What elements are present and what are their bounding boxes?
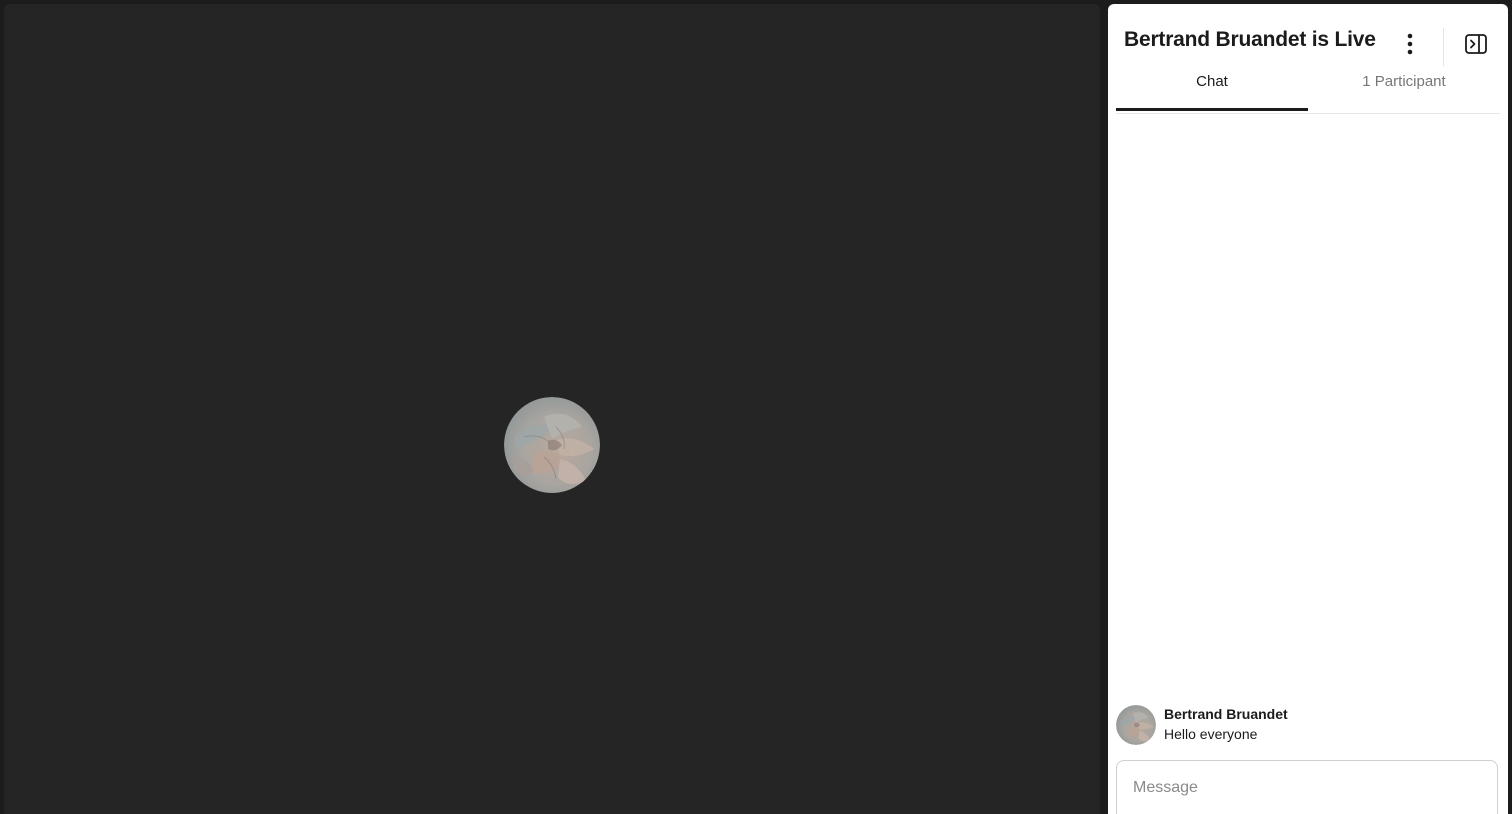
avatar (1116, 705, 1156, 745)
side-panel: Bertrand Bruandet is Live Chat 1 Partici… (1108, 4, 1508, 814)
vertical-ellipsis-icon (1407, 33, 1413, 55)
chat-message: Bertrand Bruandet Hello everyone (1116, 704, 1500, 748)
panel-tabs: Chat 1 Participant (1116, 66, 1500, 114)
message-author: Bertrand Bruandet (1164, 706, 1288, 722)
message-composer (1116, 760, 1498, 814)
host-avatar (504, 397, 600, 493)
succulent-avatar-image (1116, 705, 1156, 745)
panel-title: Bertrand Bruandet is Live (1124, 28, 1376, 51)
message-input[interactable] (1133, 779, 1473, 797)
more-options-button[interactable] (1396, 28, 1424, 60)
tab-chat[interactable]: Chat (1116, 66, 1308, 113)
video-stage (4, 4, 1100, 814)
succulent-avatar-image (504, 397, 600, 493)
header-divider (1443, 28, 1444, 66)
tab-participants[interactable]: 1 Participant (1308, 66, 1500, 113)
collapse-panel-icon (1465, 34, 1487, 54)
collapse-panel-button[interactable] (1462, 30, 1490, 58)
live-stream-app: Bertrand Bruandet is Live Chat 1 Partici… (0, 0, 1512, 814)
message-text: Hello everyone (1164, 726, 1258, 742)
